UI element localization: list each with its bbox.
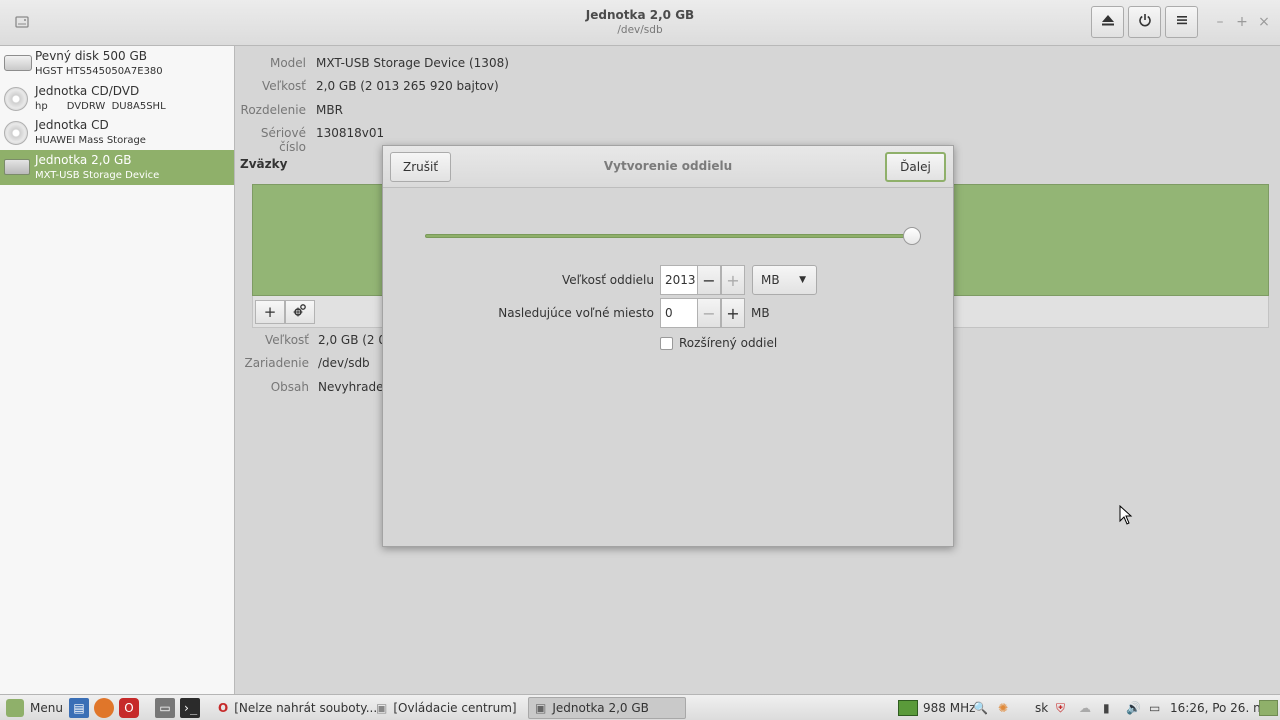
hard-disk-icon: [4, 52, 32, 74]
shield-icon[interactable]: ⛨: [1056, 698, 1065, 718]
drive-model: HGST HTS545050A7E380: [35, 66, 163, 77]
cpu-frequency: 988 MHz: [923, 701, 976, 715]
eject-icon: [1101, 13, 1115, 31]
window-subtitle: /dev/sdb: [617, 24, 663, 36]
signal-icon[interactable]: ▮: [1103, 698, 1110, 718]
mint-logo-icon: [6, 699, 24, 717]
network-wireless-icon[interactable]: ☁: [1079, 698, 1091, 718]
writer-launcher-icon[interactable]: ▤: [69, 698, 89, 718]
partition-size-label: Veľkosť oddielu: [561, 273, 654, 287]
taskbar-window-opera[interactable]: O [Nelze nahrát souboty...: [212, 697, 377, 719]
device-value: /dev/sdb: [318, 356, 370, 370]
contents-label: Obsah: [270, 380, 309, 394]
free-space-decrement[interactable]: −: [697, 298, 721, 328]
contents-value: Nevyhraden: [318, 380, 392, 394]
drive-model: HUAWEI Mass Storage: [35, 135, 146, 147]
chevron-down-icon: ▼: [799, 275, 806, 285]
window-label: [Nelze nahrát souboty...: [234, 701, 378, 715]
cpu-frequency-applet[interactable]: 988 MHz: [898, 698, 975, 718]
opera-icon: O: [218, 701, 229, 715]
free-space-input[interactable]: 0: [660, 298, 698, 328]
extended-partition-checkbox[interactable]: [660, 337, 673, 350]
disks-app-icon: [14, 14, 30, 30]
drive-name: Pevný disk 500 GB: [35, 49, 148, 63]
search-icon[interactable]: 🔍: [973, 698, 988, 718]
drive-model: hp DVDRW DU8A5SHL: [35, 100, 166, 112]
keyboard-layout[interactable]: sk: [1035, 698, 1048, 718]
model-label: Model: [269, 56, 306, 70]
firefox-launcher-icon[interactable]: [94, 698, 114, 718]
mouse-cursor-icon: [1119, 504, 1133, 525]
opera-launcher-icon[interactable]: O: [119, 698, 139, 718]
taskbar-window-disks[interactable]: ▣ Jednotka 2,0 GB: [528, 697, 686, 719]
terminal-launcher-icon[interactable]: ›_: [180, 698, 200, 718]
cpu-icon: [898, 700, 918, 716]
partition-size-decrement[interactable]: −: [697, 265, 721, 295]
optical-disc-icon: [4, 86, 30, 111]
free-space-increment[interactable]: +: [721, 298, 745, 328]
show-desktop-button[interactable]: [1259, 698, 1278, 718]
file-manager-launcher-icon[interactable]: ▭: [155, 698, 175, 718]
power-icon: [1138, 13, 1152, 31]
usb-drive-icon: [4, 156, 30, 178]
size-value: 2,0 GB (2 013 265 920 bajtov): [316, 79, 499, 93]
partition-size-input[interactable]: 2013: [660, 265, 698, 295]
taskbar-window-control-center[interactable]: ▣ [Ovládacie centrum]: [370, 697, 520, 719]
size-label: Veľkosť: [262, 79, 306, 93]
battery-icon[interactable]: ▭: [1149, 698, 1160, 718]
window-title: Jednotka 2,0 GB: [585, 8, 695, 22]
window-label: [Ovládacie centrum]: [393, 701, 517, 715]
optical-disc-icon: [4, 121, 30, 146]
serial-value: 130818v01: [316, 126, 385, 140]
header-bar: Jednotka 2,0 GB /dev/sdb – + ×: [0, 0, 1280, 46]
window-label: Jednotka 2,0 GB: [552, 701, 649, 715]
weather-icon[interactable]: ✺: [998, 698, 1008, 718]
model-value: MXT-USB Storage Device (1308): [316, 56, 509, 70]
sidebar-item-cd-dvd[interactable]: Jednotka CD/DVD hp DVDRW DU8A5SHL: [0, 81, 234, 116]
drive-name: Jednotka CD: [35, 118, 109, 133]
free-space-label: Nasledujúce voľné miesto: [498, 306, 654, 320]
create-partition-dialog: Zrušiť Vytvorenie oddielu Ďalej Veľkosť …: [382, 145, 954, 547]
size-slider[interactable]: [425, 234, 911, 238]
dialog-header: Zrušiť Vytvorenie oddielu Ďalej: [383, 146, 953, 188]
next-button[interactable]: Ďalej: [885, 152, 946, 182]
partition-size-increment[interactable]: +: [721, 265, 745, 295]
app-menu-button[interactable]: [1165, 6, 1198, 38]
partitioning-value: MBR: [316, 103, 343, 117]
add-partition-button[interactable]: +: [255, 300, 285, 324]
close-button[interactable]: ×: [1257, 14, 1271, 30]
volumes-title: Zväzky: [240, 157, 288, 171]
size-unit-select[interactable]: MB ▼: [752, 265, 817, 295]
start-menu-button[interactable]: Menu: [6, 698, 63, 718]
drive-name: Jednotka CD/DVD: [35, 83, 140, 98]
sidebar-item-usb[interactable]: Jednotka 2,0 GB MXT-USB Storage Device: [0, 150, 234, 185]
maximize-button[interactable]: +: [1235, 14, 1249, 30]
partitioning-label: Rozdelenie: [240, 103, 306, 117]
partition-options-button[interactable]: [285, 300, 315, 324]
size-slider-handle[interactable]: [903, 227, 921, 245]
drive-model: MXT-USB Storage Device: [35, 170, 160, 182]
power-off-button[interactable]: [1128, 6, 1161, 38]
gears-icon: [293, 303, 307, 321]
drive-name: Jednotka 2,0 GB: [35, 153, 132, 168]
eject-button[interactable]: [1091, 6, 1124, 38]
serial-label: Sériové číslo: [260, 126, 306, 154]
settings-icon: ▣: [376, 701, 388, 715]
disks-icon: ▣: [535, 701, 547, 715]
size-unit-value: MB: [761, 273, 780, 287]
device-label: Zariadenie: [244, 356, 309, 370]
minimize-button[interactable]: –: [1213, 14, 1227, 30]
drive-list: Pevný disk 500 GB HGST HTS545050A7E380 J…: [0, 46, 235, 694]
free-space-unit: MB: [751, 306, 770, 320]
extended-partition-label[interactable]: Rozšírený oddiel: [679, 336, 777, 350]
taskbar: Menu ▤ O ▭ ›_ O [Nelze nahrát souboty...…: [0, 694, 1280, 720]
sidebar-item-cd[interactable]: Jednotka CD HUAWEI Mass Storage: [0, 115, 234, 150]
dialog-title: Vytvorenie oddielu: [603, 159, 733, 173]
desktop-icon: [1259, 700, 1278, 716]
menu-label: Menu: [30, 701, 63, 715]
sidebar-item-hard-disk[interactable]: Pevný disk 500 GB HGST HTS545050A7E380: [0, 46, 234, 81]
menu-icon: [1175, 13, 1189, 31]
volume-icon[interactable]: 🔊: [1126, 698, 1141, 718]
volume-size-label: Veľkosť: [265, 333, 309, 347]
